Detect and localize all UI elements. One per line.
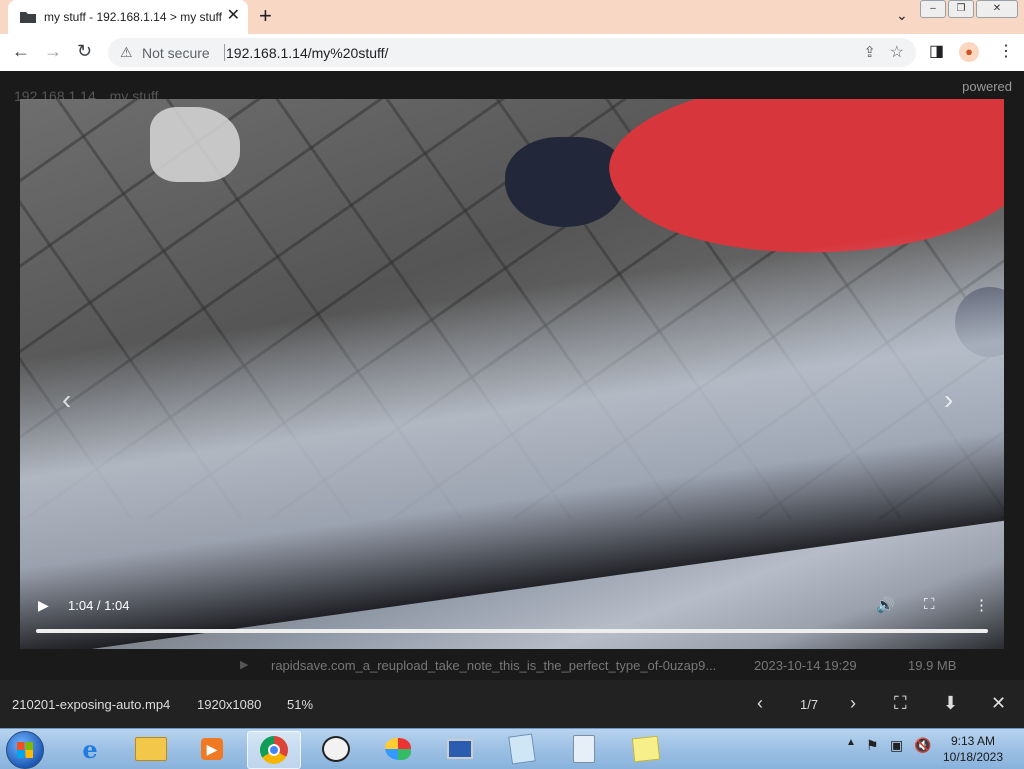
media-player-icon[interactable]: ▶ [186, 731, 238, 767]
folder-icon [20, 12, 36, 23]
tab-close-icon[interactable]: ✕ [227, 7, 240, 25]
address-bar[interactable]: ⚠ Not secure 192.168.1.14/my%20stuff/ ⇪ … [108, 38, 916, 67]
prev-icon[interactable]: ‹ [757, 693, 763, 714]
viewer-resolution: 1920x1080 [197, 697, 262, 712]
back-arrow-icon[interactable]: ← [12, 41, 30, 61]
tab-strip: my stuff - 192.168.1.14 > my stuff ✕ + ⌄… [0, 0, 1024, 34]
internet-explorer-icon[interactable]: e [64, 731, 116, 767]
sticky-notes-icon[interactable] [620, 731, 672, 767]
fullscreen-icon[interactable]: ⛶ [894, 693, 907, 714]
restore-icon[interactable]: ❐ [948, 0, 974, 18]
video-frame-detail [150, 107, 240, 182]
video-menu-icon[interactable]: ⋮ [974, 596, 989, 614]
kebab-menu-icon[interactable]: ⋮ [998, 41, 1014, 61]
video-time: 1:04 / 1:04 [68, 598, 130, 613]
next-media-icon[interactable]: › [944, 384, 953, 416]
play-icon: ▶ [240, 659, 249, 671]
close-icon[interactable]: ✕ [991, 693, 1006, 714]
page-content: 192.168.1.14 my stuff powered ‹ › ▶ 1:04… [0, 71, 1024, 728]
viewer-filename: 210201-exposing-auto.mp4 [12, 697, 171, 712]
video-controls: ▶ 1:04 / 1:04 🔊 ⛶ ⋮ [20, 589, 1004, 649]
warning-icon[interactable]: ⚠ [120, 44, 133, 61]
play-icon[interactable]: ▶ [38, 597, 49, 614]
minimize-icon[interactable]: – [920, 0, 946, 18]
divider [224, 44, 225, 61]
panda-app-icon[interactable] [310, 731, 362, 767]
system-clock[interactable]: 9:13 AM 10/18/2023 [930, 733, 1016, 765]
volume-icon[interactable]: 🔊 [876, 596, 895, 614]
viewer-counter: 1/7 [800, 697, 819, 712]
action-center-icon[interactable]: ⚑ [866, 737, 879, 754]
security-label[interactable]: Not secure [142, 45, 210, 61]
file-name[interactable]: rapidsave.com_a_reupload_take_note_this_… [271, 658, 716, 673]
file-size: 19.9 MB [908, 658, 957, 673]
download-icon[interactable]: ⬇ [943, 693, 958, 714]
clock-time: 9:13 AM [950, 734, 996, 748]
file-explorer-icon[interactable] [125, 731, 177, 767]
windows-logo-icon [17, 742, 33, 758]
profile-icon[interactable]: ● [959, 42, 979, 62]
start-button[interactable] [6, 731, 44, 769]
share-icon[interactable]: ⇪ [863, 43, 876, 61]
browser-tab[interactable]: my stuff - 192.168.1.14 > my stuff ✕ [8, 0, 248, 34]
video-frame-detail [505, 137, 625, 227]
network-icon[interactable]: ▣ [890, 737, 903, 754]
window-close-icon[interactable]: ✕ [976, 0, 1018, 18]
viewer-zoom: 51% [287, 697, 314, 712]
clock-date: 10/18/2023 [942, 750, 1004, 764]
browser-toolbar: ← → ↻ ⚠ Not secure 192.168.1.14/my%20stu… [0, 34, 1024, 72]
fullscreen-icon[interactable]: ⛶ [924, 596, 935, 613]
new-tab-button[interactable]: + [259, 4, 272, 28]
star-icon[interactable]: ☆ [890, 42, 904, 62]
remote-desktop-icon[interactable] [434, 731, 486, 767]
video-player[interactable]: ‹ › ▶ 1:04 / 1:04 🔊 ⛶ ⋮ [20, 99, 1004, 649]
file-date: 2023-10-14 19:29 [754, 658, 857, 673]
chrome-icon[interactable] [247, 731, 301, 769]
reload-icon[interactable]: ↻ [77, 41, 92, 61]
previous-media-icon[interactable]: ‹ [62, 384, 71, 416]
calculator-icon[interactable] [558, 731, 610, 767]
windows-taskbar: e ▶ ▲ ⚑ ▣ 🔇 9:13 AM 10/18/2023 [0, 728, 1024, 769]
list-item[interactable]: ▶ rapidsave.com_a_reupload_take_note_thi… [0, 656, 1024, 676]
url-text[interactable]: 192.168.1.14/my%20stuff/ [226, 45, 388, 61]
viewer-footer: 210201-exposing-auto.mp4 1920x1080 51% ‹… [0, 680, 1024, 728]
notepad-icon[interactable] [496, 731, 548, 767]
forward-arrow-icon[interactable]: → [44, 41, 62, 61]
show-hidden-icons-icon[interactable]: ▲ [846, 737, 856, 748]
window-controls: – ❐ ✕ [920, 0, 1018, 18]
video-progress-bar[interactable] [36, 629, 988, 633]
side-panel-icon[interactable]: ◨ [929, 41, 944, 61]
next-icon[interactable]: › [850, 693, 856, 714]
volume-muted-icon[interactable]: 🔇 [914, 737, 931, 754]
tab-title: my stuff - 192.168.1.14 > my stuff [44, 10, 222, 24]
tab-search-icon[interactable]: ⌄ [896, 7, 908, 24]
paint-icon[interactable] [372, 731, 424, 767]
powered-label: powered [962, 79, 1012, 94]
